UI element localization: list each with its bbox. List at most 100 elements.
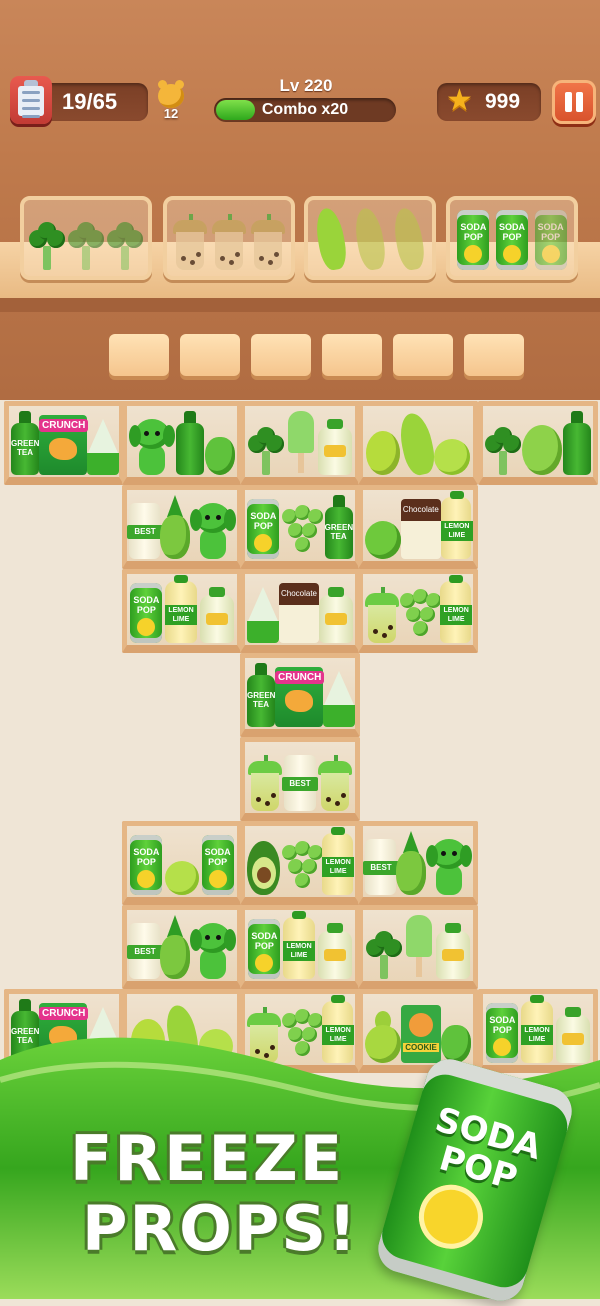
lime[interactable]	[366, 431, 400, 475]
collection-bin-banana	[304, 196, 436, 280]
crunch-bag[interactable]: CRUNCH	[275, 667, 325, 727]
candle-jar[interactable]	[436, 923, 470, 979]
shelf-cell[interactable]: GREEN TEA CRUNCH	[4, 401, 124, 485]
broccoli-item[interactable]	[366, 931, 402, 979]
combo-label: Combo x20	[261, 101, 349, 118]
bear-counter: 12	[156, 80, 186, 124]
coin-count: 999	[485, 90, 521, 113]
shelf-cell[interactable]	[358, 401, 478, 485]
shelf-cell[interactable]: SODA POP LEMON LIME	[122, 569, 242, 653]
match-slot	[109, 334, 169, 376]
best-bottle[interactable]: BEST	[282, 755, 318, 811]
hud-bar: 19/65 12 Lv 220 Combo x20 999 ★	[0, 0, 600, 140]
crunch-bag[interactable]: CRUNCH	[39, 415, 89, 475]
collection-bin-bubble-tea	[163, 196, 295, 280]
candle-jar[interactable]	[318, 419, 352, 475]
soda-can[interactable]: SODA POP	[130, 835, 163, 895]
broccoli-icon	[67, 222, 104, 270]
bubble-tea[interactable]	[365, 587, 399, 643]
lemon-lime-bottle[interactable]: LEMON LIME	[440, 491, 473, 559]
shelf-cell[interactable]	[240, 401, 360, 485]
avocado[interactable]	[247, 841, 280, 895]
collection-bin-broccoli	[20, 196, 152, 280]
green-dog-plush[interactable]	[129, 419, 176, 475]
melon[interactable]	[521, 425, 562, 475]
pineapple[interactable]	[160, 915, 191, 979]
banana[interactable]	[395, 410, 439, 478]
green-dog-plush[interactable]	[189, 923, 236, 979]
soda-can[interactable]: SODA POP	[248, 919, 281, 979]
grapes[interactable]	[280, 839, 323, 895]
bubble-tea-icon	[250, 214, 285, 270]
match-slot	[322, 334, 382, 376]
green-tomato[interactable]	[365, 521, 401, 559]
shelf-cell[interactable]: SODA POP GREEN TEA	[240, 485, 360, 569]
task-progress-text: 19/65	[62, 89, 118, 114]
green-strawberry[interactable]	[204, 437, 235, 475]
bin-shelf-edge	[0, 298, 600, 312]
candle-jar[interactable]	[199, 587, 234, 643]
pineapple[interactable]	[396, 831, 427, 895]
soda-can[interactable]: SODA POP	[130, 583, 163, 643]
popsicle[interactable]	[404, 915, 434, 979]
soda-can[interactable]: SODA POP	[247, 499, 280, 559]
banner-title-line2: PROPS!	[82, 1192, 359, 1265]
tennis-ball[interactable]	[434, 439, 470, 475]
lemon-lime-bottle[interactable]: LEMON LIME	[282, 911, 315, 979]
chocolate-jar[interactable]: Chocolate	[279, 583, 319, 643]
grapes[interactable]	[398, 587, 441, 643]
candle-jar[interactable]	[317, 923, 352, 979]
lemon-lime-bottle[interactable]: LEMON LIME	[322, 827, 355, 895]
shelf-cell[interactable]: SODA POP SODA POP	[122, 821, 242, 905]
shelf-cell[interactable]: GREEN TEA CRUNCH	[240, 653, 360, 737]
shelf-cell[interactable]: BEST	[240, 737, 360, 821]
shelf-cell[interactable]: Chocolate	[240, 569, 360, 653]
broccoli-item[interactable]	[248, 427, 284, 475]
green-tea-bottle[interactable]: GREEN TEA	[11, 411, 39, 475]
chocolate-jar[interactable]: Chocolate	[400, 499, 441, 559]
candle-jar[interactable]	[319, 587, 353, 643]
broccoli-icon	[29, 222, 66, 270]
pause-button[interactable]	[552, 80, 596, 124]
shelf-cell[interactable]: BEST	[122, 485, 242, 569]
soda-can[interactable]: SODA POP	[201, 835, 234, 895]
shelf-cell[interactable]	[122, 401, 242, 485]
best-bottle[interactable]: BEST	[127, 923, 163, 979]
shelf-cell[interactable]: BEST	[358, 821, 478, 905]
cone-container[interactable]	[247, 587, 279, 643]
shelf-cell[interactable]	[358, 905, 478, 989]
popsicle[interactable]	[286, 411, 316, 475]
grapes[interactable]	[280, 503, 324, 559]
green-dog-plush[interactable]	[425, 839, 472, 895]
lemon-lime-bottle[interactable]: LEMON LIME	[440, 575, 473, 643]
bubble-tea-icon	[211, 214, 246, 270]
green-bottle[interactable]	[175, 411, 204, 475]
bubble-tea[interactable]	[318, 755, 352, 811]
pineapple[interactable]	[160, 495, 191, 559]
lemon-lime-bottle[interactable]: LEMON LIME	[164, 575, 197, 643]
shelf-cell[interactable]	[478, 401, 598, 485]
best-bottle[interactable]: BEST	[127, 503, 163, 559]
green-tea-bottle[interactable]: GREEN TEA	[247, 663, 275, 727]
match-slot	[180, 334, 240, 376]
green-tea-bottle[interactable]: GREEN TEA	[324, 495, 353, 559]
shelf-cell[interactable]: BEST	[122, 905, 242, 989]
green-bottle[interactable]	[562, 411, 591, 475]
combo-bar: Combo x20	[214, 98, 396, 122]
bear-icon	[158, 80, 184, 108]
green-dog-plush[interactable]	[189, 503, 236, 559]
match-slot	[464, 334, 524, 376]
cone-container[interactable]	[323, 671, 355, 727]
soda-can-icon: SODA POP	[495, 210, 528, 270]
shelf-cell[interactable]: LEMON LIME	[358, 569, 478, 653]
cone-container[interactable]	[87, 419, 119, 475]
broccoli-item[interactable]	[485, 427, 522, 475]
shelf-cell[interactable]: SODA POP LEMON LIME	[240, 905, 360, 989]
shelf-cell[interactable]: Chocolate LEMON LIME	[358, 485, 478, 569]
tennis-ball[interactable]	[164, 861, 199, 895]
bubble-tea[interactable]	[248, 755, 282, 811]
clipboard-icon[interactable]	[10, 76, 52, 124]
best-bottle[interactable]: BEST	[363, 839, 399, 895]
shelf-cell[interactable]: LEMON LIME	[240, 821, 360, 905]
match-slot	[393, 334, 453, 376]
